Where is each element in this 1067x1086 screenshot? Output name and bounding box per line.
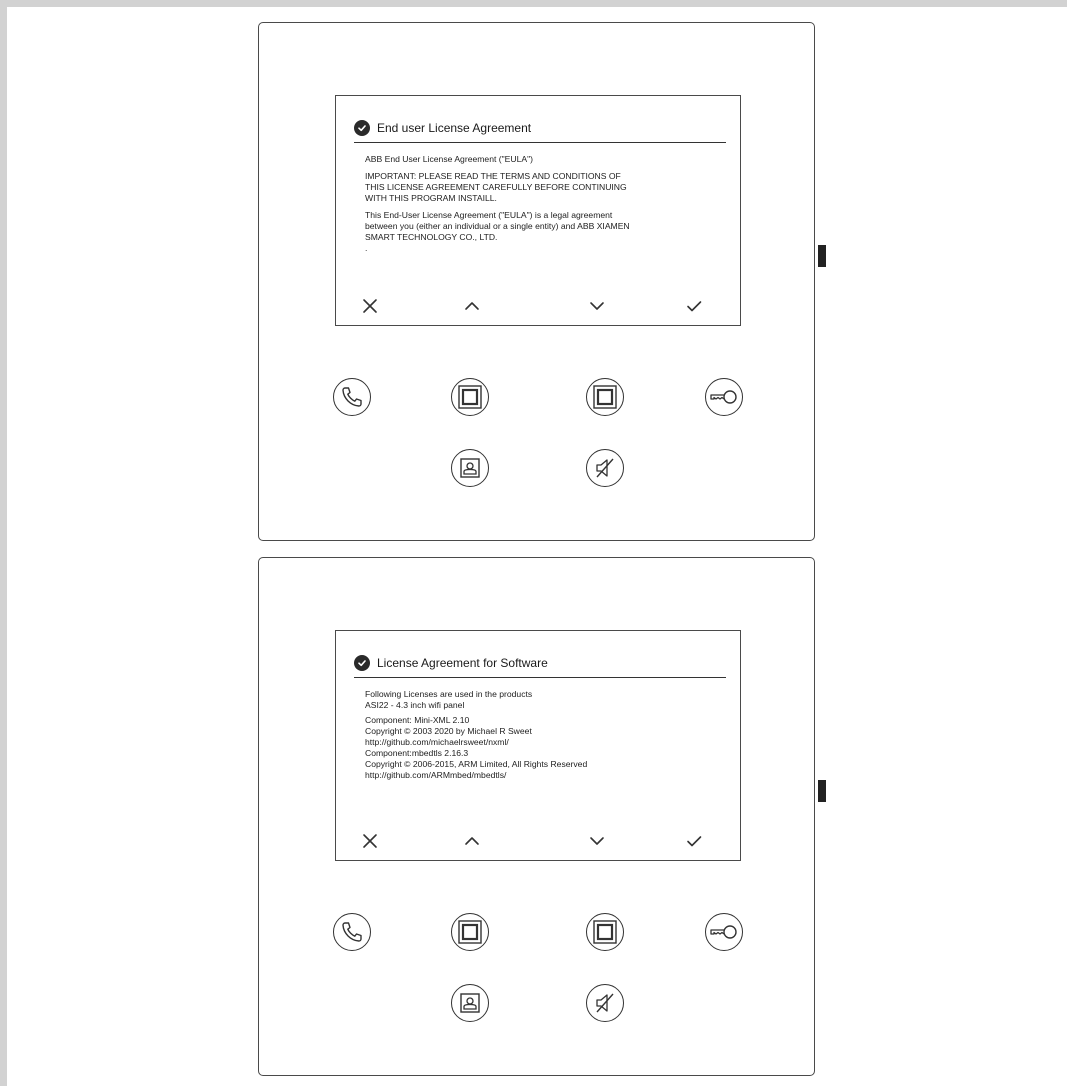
text-line: ASI22 - 4.3 inch wifi panel bbox=[365, 700, 465, 710]
text-line: This End-User License Agreement ("EULA")… bbox=[365, 210, 613, 220]
text-line: SMART TECHNOLOGY CO., LTD. bbox=[365, 232, 498, 242]
square-icon[interactable] bbox=[586, 378, 624, 416]
key-icon[interactable] bbox=[705, 378, 743, 416]
device-panel-1: End user License Agreement ABB End User … bbox=[258, 22, 815, 541]
text-line: http://github.com/michaelrsweet/nxml/ bbox=[365, 737, 509, 747]
text-paragraph: Following Licenses are used in the produ… bbox=[365, 689, 725, 711]
phone-icon[interactable] bbox=[333, 378, 371, 416]
monitor-icon[interactable] bbox=[451, 984, 489, 1022]
screen-body: ABB End User License Agreement ("EULA") … bbox=[365, 154, 725, 260]
text-line: THIS LICENSE AGREEMENT CAREFULLY BEFORE … bbox=[365, 182, 627, 192]
side-tab bbox=[818, 780, 826, 802]
text-paragraph: This End-User License Agreement ("EULA")… bbox=[365, 210, 725, 254]
square-icon[interactable] bbox=[451, 378, 489, 416]
close-icon[interactable] bbox=[358, 829, 382, 853]
mute-icon[interactable] bbox=[586, 449, 624, 487]
text-line: between you (either an individual or a s… bbox=[365, 221, 630, 231]
text-line: Copyright © 2003 2020 by Michael R Sweet bbox=[365, 726, 532, 736]
mute-icon[interactable] bbox=[586, 984, 624, 1022]
device-panel-2: License Agreement for Software Following… bbox=[258, 557, 815, 1076]
text-line: . bbox=[365, 243, 368, 253]
chevron-up-icon[interactable] bbox=[460, 829, 484, 853]
frame-top-border bbox=[0, 0, 1067, 7]
screen-nav-row bbox=[336, 294, 740, 318]
check-icon[interactable] bbox=[682, 294, 706, 318]
text-line: Component:mbedtls 2.16.3 bbox=[365, 748, 469, 758]
close-icon[interactable] bbox=[358, 294, 382, 318]
text-line: Following Licenses are used in the produ… bbox=[365, 689, 533, 699]
text-line: ABB End User License Agreement ("EULA") bbox=[365, 154, 534, 164]
check-circle-icon bbox=[354, 655, 370, 671]
screen-title: End user License Agreement bbox=[377, 121, 532, 135]
text-line: Component: Mini-XML 2.10 bbox=[365, 715, 470, 725]
screen-title: License Agreement for Software bbox=[377, 656, 548, 670]
text-paragraph: ABB End User License Agreement ("EULA") bbox=[365, 154, 725, 165]
frame-left-border bbox=[0, 0, 7, 1086]
device-screen: End user License Agreement ABB End User … bbox=[335, 95, 741, 326]
chevron-down-icon[interactable] bbox=[585, 829, 609, 853]
monitor-icon[interactable] bbox=[451, 449, 489, 487]
text-paragraph: Component: Mini-XML 2.10 Copyright © 200… bbox=[365, 715, 725, 781]
square-icon[interactable] bbox=[586, 913, 624, 951]
square-icon[interactable] bbox=[451, 913, 489, 951]
key-icon[interactable] bbox=[705, 913, 743, 951]
text-line: IMPORTANT: PLEASE READ THE TERMS AND CON… bbox=[365, 171, 621, 181]
text-paragraph: IMPORTANT: PLEASE READ THE TERMS AND CON… bbox=[365, 171, 725, 204]
text-line: WITH THIS PROGRAM INSTAILL. bbox=[365, 193, 497, 203]
screen-body: Following Licenses are used in the produ… bbox=[365, 689, 725, 787]
phone-icon[interactable] bbox=[333, 913, 371, 951]
chevron-up-icon[interactable] bbox=[460, 294, 484, 318]
check-icon[interactable] bbox=[682, 829, 706, 853]
text-line: http://github.com/ARMmbed/mbedtls/ bbox=[365, 770, 507, 780]
screen-header: License Agreement for Software bbox=[354, 649, 726, 678]
side-tab bbox=[818, 245, 826, 267]
device-screen: License Agreement for Software Following… bbox=[335, 630, 741, 861]
screen-header: End user License Agreement bbox=[354, 114, 726, 143]
text-line: Copyright © 2006-2015, ARM Limited, All … bbox=[365, 759, 588, 769]
chevron-down-icon[interactable] bbox=[585, 294, 609, 318]
screen-nav-row bbox=[336, 829, 740, 853]
check-circle-icon bbox=[354, 120, 370, 136]
